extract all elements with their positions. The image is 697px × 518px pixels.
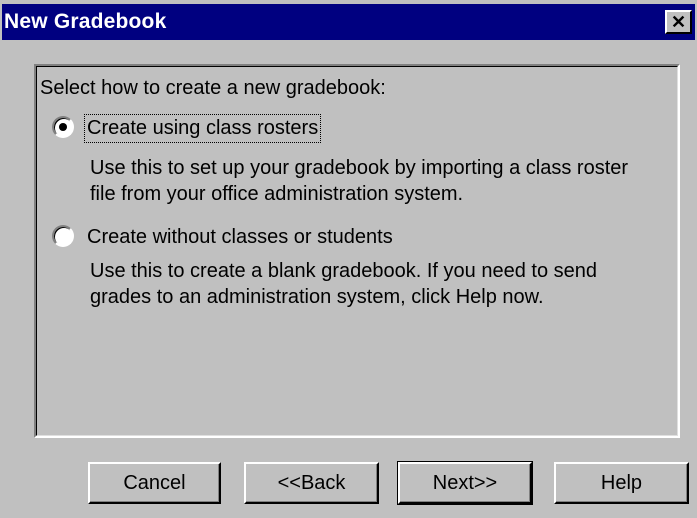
radio-create-using-rosters[interactable] <box>52 116 74 138</box>
help-button[interactable]: Help <box>554 462 689 504</box>
cancel-button[interactable]: Cancel <box>88 462 221 504</box>
dialog-title: New Gradebook <box>4 10 167 33</box>
close-button[interactable]: ✕ <box>665 10 692 34</box>
option-label-create-without-classes[interactable]: Create without classes or students <box>87 226 393 249</box>
radio-create-without-classes[interactable] <box>52 225 74 247</box>
radio-selected-dot <box>59 123 67 131</box>
option-description-blank: Use this to create a blank gradebook. If… <box>90 260 597 308</box>
option-label-create-using-rosters[interactable]: Create using class rosters <box>83 114 322 143</box>
title-bar[interactable]: New Gradebook ✕ <box>2 4 695 40</box>
prompt-text: Select how to create a new gradebook: <box>40 77 386 99</box>
next-button[interactable]: Next>> <box>397 461 533 505</box>
close-icon: ✕ <box>670 12 687 32</box>
back-button[interactable]: <<Back <box>244 462 379 504</box>
new-gradebook-dialog: New Gradebook ✕ Select how to create a n… <box>0 0 697 518</box>
option-description-rosters: Use this to set up your gradebook by imp… <box>90 157 629 205</box>
